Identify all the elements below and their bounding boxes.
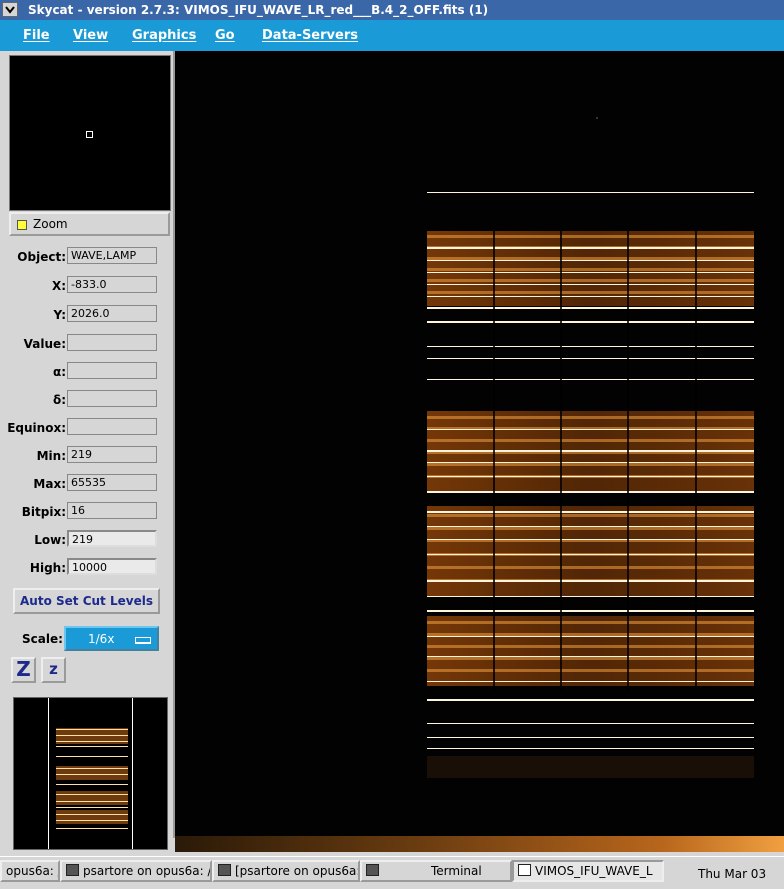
taskbar-item[interactable]: [psartore on opus6a: / (212, 860, 360, 882)
menu-go[interactable]: Go (215, 28, 235, 43)
field-value (67, 390, 157, 407)
field-equinox: Equinox: (6, 418, 162, 438)
field-delta: δ: (6, 390, 162, 410)
zoom-toggle-button[interactable]: Zoom (9, 212, 170, 236)
field-value: 219 (67, 446, 157, 463)
field-value: 2026.0 (67, 305, 157, 322)
high-cut-input[interactable]: 10000 (67, 558, 157, 575)
taskbar: opus6a: / psartore on opus6a: /h [psarto… (0, 856, 784, 889)
field-label: Y: (53, 308, 66, 322)
field-label: Low: (34, 533, 66, 547)
taskbar-item-label: [psartore on opus6a: / (235, 864, 360, 878)
zoom-label: Zoom (33, 217, 68, 231)
field-label: Value: (23, 337, 66, 351)
field-low: Low: 219 (6, 530, 162, 550)
pan-marker[interactable] (86, 131, 93, 138)
menu-view[interactable]: View (73, 28, 108, 43)
field-label: Min: (36, 449, 66, 463)
horizontal-colorbar (175, 836, 784, 852)
taskbar-item-label: psartore on opus6a: /h (83, 864, 212, 878)
scale-selector[interactable]: 1/6x (64, 626, 159, 651)
taskbar-item-label: VIMOS_IFU_WAVE_L (535, 864, 653, 878)
spectrum-image (427, 117, 754, 778)
window-menu-button[interactable] (2, 2, 18, 17)
field-label: δ: (52, 393, 66, 407)
field-bitpix: Bitpix: 16 (6, 502, 162, 522)
field-value: 65535 (67, 474, 157, 491)
field-value (67, 418, 157, 435)
field-y: Y: 2026.0 (6, 305, 162, 325)
terminal-icon (366, 864, 379, 876)
chevron-down-icon (5, 6, 15, 14)
taskbar-item-active[interactable]: VIMOS_IFU_WAVE_L (512, 860, 664, 882)
menu-bar: File View Graphics Go Data-Servers (0, 20, 784, 51)
field-high: High: 10000 (6, 558, 162, 578)
field-label: High: (29, 561, 66, 575)
terminal-icon (66, 864, 79, 876)
zoom-out-button[interactable]: z (41, 657, 66, 683)
thumbnail-graphic (48, 698, 133, 849)
taskbar-item-label: opus6a: / (6, 864, 60, 878)
clock: Thu Mar 03 (698, 867, 767, 881)
field-label: Max: (33, 477, 66, 491)
field-value: -833.0 (67, 276, 157, 293)
field-max: Max: 65535 (6, 474, 162, 494)
taskbar-item[interactable]: Terminal (360, 860, 512, 882)
zoom-in-button[interactable]: Z (11, 657, 36, 683)
auto-set-cut-levels-button[interactable]: Auto Set Cut Levels (13, 588, 160, 614)
document-icon (518, 864, 531, 876)
field-alpha: α: (6, 362, 162, 382)
field-label: Object: (17, 250, 66, 264)
field-label: Bitpix: (21, 505, 66, 519)
field-value (67, 362, 157, 379)
dropdown-icon (135, 637, 151, 644)
field-value (67, 334, 157, 351)
field-label: X: (51, 279, 66, 293)
menu-graphics[interactable]: Graphics (132, 28, 196, 43)
field-min: Min: 219 (6, 446, 162, 466)
title-bar: Skycat - version 2.7.3: VIMOS_IFU_WAVE_L… (0, 0, 784, 20)
window-title: Skycat - version 2.7.3: VIMOS_IFU_WAVE_L… (28, 3, 489, 17)
image-display[interactable] (175, 51, 784, 836)
indicator-icon (17, 220, 27, 230)
field-label: Equinox: (7, 421, 66, 435)
low-cut-input[interactable]: 219 (67, 530, 157, 547)
terminal-icon (218, 864, 231, 876)
field-label: α: (52, 365, 66, 379)
field-object: Object: WAVE,LAMP (6, 247, 162, 267)
field-value-row: Value: (6, 334, 162, 354)
field-value: 16 (67, 502, 157, 519)
menu-data-servers[interactable]: Data-Servers (262, 28, 358, 43)
taskbar-item[interactable]: psartore on opus6a: /h (60, 860, 212, 882)
taskbar-item[interactable]: opus6a: / (0, 860, 60, 882)
scale-label: Scale: (22, 632, 63, 646)
scale-value: 1/6x (88, 632, 115, 646)
pan-window[interactable] (9, 55, 171, 211)
menu-file[interactable]: File (23, 28, 50, 43)
field-x: X: -833.0 (6, 276, 162, 296)
field-value: WAVE,LAMP (67, 247, 157, 264)
taskbar-item-label: Terminal (431, 864, 482, 878)
image-thumbnail[interactable] (13, 697, 168, 850)
